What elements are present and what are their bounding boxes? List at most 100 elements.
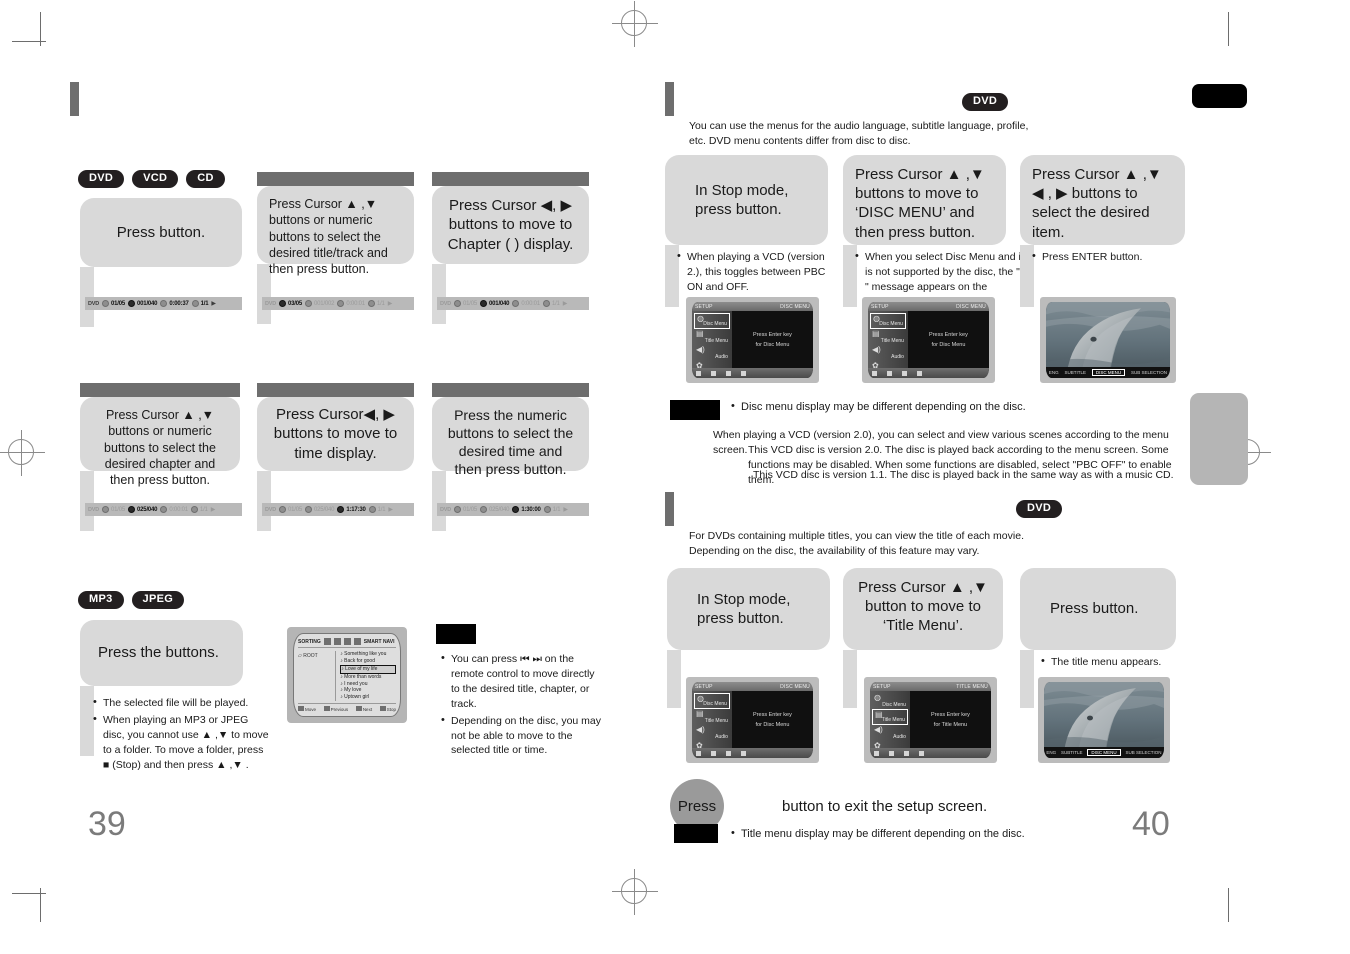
list-item[interactable]: ♪ More than words	[340, 674, 396, 681]
osd-audio: 1/1	[191, 300, 209, 307]
list-item[interactable]: ♪ I need you	[340, 681, 396, 688]
tv-menu-item-disc-menu[interactable]: ◍ Disc Menu	[694, 693, 730, 709]
osd-time: 1:30:00	[512, 506, 541, 513]
tv-menu-sidebar: ◍Disc Menu ▤Title Menu ◀)Audio ✿Setup	[868, 311, 908, 376]
bar-item-disc-menu[interactable]: DISC MENU	[1091, 369, 1126, 376]
tv-menu-item-title-menu[interactable]: ▤ Title Menu	[870, 329, 906, 345]
tv-menu-item-audio[interactable]: ◀) Audio	[870, 345, 906, 361]
tv-menu-item-title-menu[interactable]: ▤ Title Menu	[694, 329, 730, 345]
crop-mark-tr-v	[1228, 12, 1229, 46]
left-step-3-text: Press Cursor ◀, ▶ buttons to move to Cha…	[447, 197, 574, 253]
list-item[interactable]: ♪ Something like you	[340, 651, 396, 658]
right-step-4-text: In Stop mode, press button.	[697, 590, 791, 627]
track-label: Love of my life	[345, 665, 378, 672]
list-item[interactable]: ♪ Uptown girl	[340, 694, 396, 701]
tv-title-left: SETUP	[873, 683, 891, 690]
footer-stop[interactable]: Stop	[379, 706, 396, 712]
left-step-3-header	[432, 172, 589, 186]
list-item[interactable]: ♪ My love	[340, 687, 396, 694]
genre-icon	[353, 638, 361, 645]
mp3-sorting-label: SORTING	[298, 638, 321, 645]
left-step-mp3-bubble: Press the buttons.	[80, 620, 243, 686]
tv-menu-message: Press Enter key for Disc Menu	[908, 311, 989, 368]
bar-item-sub-selection[interactable]: SUB SELECTION	[1126, 750, 1162, 755]
right-step-1-text: In Stop mode, press button.	[695, 181, 789, 218]
right-step-3-note: Press ENTER button.	[1031, 249, 1191, 267]
mp3-browser-screenshot: SORTING SMART NAVI ▱ ROOT ♪ Something li…	[287, 627, 407, 724]
tv-menu-item-title-menu[interactable]: ▤ Title Menu	[694, 709, 730, 725]
registration-mark-top	[612, 1, 658, 47]
bar-item-eng[interactable]: ENG	[1049, 370, 1059, 375]
osd-title: 01/05	[102, 506, 125, 513]
left-step-6-text: Press the numeric buttons to select the …	[447, 407, 574, 477]
osd-title: 03/05	[279, 300, 302, 307]
tv-menu-message: Press Enter key for Disc Menu	[732, 311, 813, 368]
track-label: More than words	[344, 673, 382, 680]
tv-menu-item-audio[interactable]: ◀) Audio	[694, 345, 730, 361]
manual-page-spread: DVD VCD CD Press button. DVD 01/05 001/0…	[0, 0, 1350, 954]
right-step-6-text: Press button.	[1050, 600, 1139, 618]
osd-chapter: 025/040	[305, 506, 335, 513]
osd-disc: DVD	[440, 300, 452, 307]
tv-menu-item-audio[interactable]: ◀) Audio	[872, 725, 908, 741]
tv-menu-sidebar: ◍Disc Menu ▤Title Menu ◀)Audio ✿Setup	[692, 691, 732, 756]
osd-chapter: 025/040	[128, 506, 158, 513]
film-icon: ▤	[696, 709, 704, 718]
osd-chapter: 001/040	[480, 300, 510, 307]
tv-menu-item-disc-menu[interactable]: ◍ Disc Menu	[870, 313, 906, 329]
left-step-1-bubble: Press button.	[80, 198, 242, 267]
osd-chapter: 025/040	[480, 506, 510, 513]
footer-previous[interactable]: Previous	[323, 706, 348, 712]
title-menu-note: Title menu display may be different depe…	[730, 826, 1130, 845]
left-step-4-bubble: Press Cursor ▲ ,▼ buttons or numeric but…	[80, 397, 240, 487]
film-icon: ▤	[872, 329, 880, 338]
right-step-6-tail	[1020, 650, 1034, 708]
osd-play-icon: ▶	[562, 301, 568, 307]
tv-menu-item-audio[interactable]: ◀) Audio	[694, 725, 730, 741]
tv-title-right: DISC MENU	[956, 303, 986, 310]
page-number-right: 40	[1132, 805, 1170, 843]
osd-audio: 1/1	[190, 506, 208, 513]
speaker-icon: ◀)	[696, 345, 705, 354]
footer-move[interactable]: Move	[298, 706, 316, 712]
mp3-extra-note-1: You can press ⏮ ⏭ on the remote control …	[441, 651, 605, 712]
tv-inner: SETUP DISC MENU ◍ Disc Menu ▤ Title Menu ◀…	[692, 682, 813, 758]
speaker-icon: ◀)	[872, 345, 881, 354]
footer-icon-2	[889, 750, 894, 756]
left-step-4-header	[80, 383, 240, 397]
list-item-selected[interactable]: ♪ Love of my life	[340, 664, 396, 674]
tv-screenshot-disc-menu-1: SETUP DISC MENU ◍ Disc Menu ▤ Title Menu ◀…	[686, 297, 819, 383]
tv-menu-item-title-menu[interactable]: ▤ Title Menu	[872, 709, 908, 725]
disc-tag-group-top: DVD VCD CD	[78, 170, 225, 188]
bar-item-subtitle[interactable]: SUBTITLE	[1065, 370, 1087, 375]
mp3-screen-footer: Move Previous Next Stop	[298, 703, 396, 712]
track-label: My love	[344, 687, 362, 694]
bar-item-sub-selection[interactable]: SUB SELECTION	[1131, 370, 1167, 375]
left-osd-5: DVD 01/05 025/040 1:17:30 1/1 ▶	[262, 503, 414, 516]
note-text: Title menu display may be different depe…	[731, 826, 1130, 843]
right-step-4-bubble: In Stop mode, press button.	[667, 568, 830, 650]
bar-item-disc-menu[interactable]: DISC MENU	[1087, 749, 1121, 756]
osd-play-icon: ▶	[210, 507, 216, 513]
footer-next[interactable]: Next	[355, 706, 372, 712]
bar-item-subtitle[interactable]: SUBTITLE	[1061, 750, 1083, 755]
registration-mark-left	[0, 430, 45, 476]
tv-message-line-2: for Disc Menu	[755, 721, 790, 728]
right-step-6-bubble: Press button.	[1020, 568, 1176, 650]
smart-navi-label: SMART NAVI	[363, 638, 395, 645]
note-glyph: ♪	[340, 680, 343, 687]
disc-icon: ◍	[873, 314, 880, 323]
tv-menu-item-disc-menu[interactable]: ◍ Disc Menu	[694, 313, 730, 329]
note-label-box-left	[436, 624, 476, 644]
tv-inner: SETUP DISC MENU ◍ Disc Menu ▤ Title Menu ◀…	[692, 302, 813, 378]
tv-menu-footer	[692, 368, 813, 378]
speaker-icon: ◀)	[874, 725, 883, 734]
tv-title-right: DISC MENU	[780, 303, 810, 310]
list-item[interactable]: ♪ Back for good	[340, 658, 396, 665]
track-label: I need you	[344, 680, 368, 687]
tv-menu-item-disc-menu[interactable]: ◍ Disc Menu	[872, 693, 908, 709]
vcd-paragraph-3: This VCD disc is version 1.1. The disc i…	[753, 469, 1174, 481]
right-section-rule-2	[665, 492, 674, 526]
bar-item-eng[interactable]: ENG	[1046, 750, 1056, 755]
page-number-left: 39	[88, 805, 126, 843]
